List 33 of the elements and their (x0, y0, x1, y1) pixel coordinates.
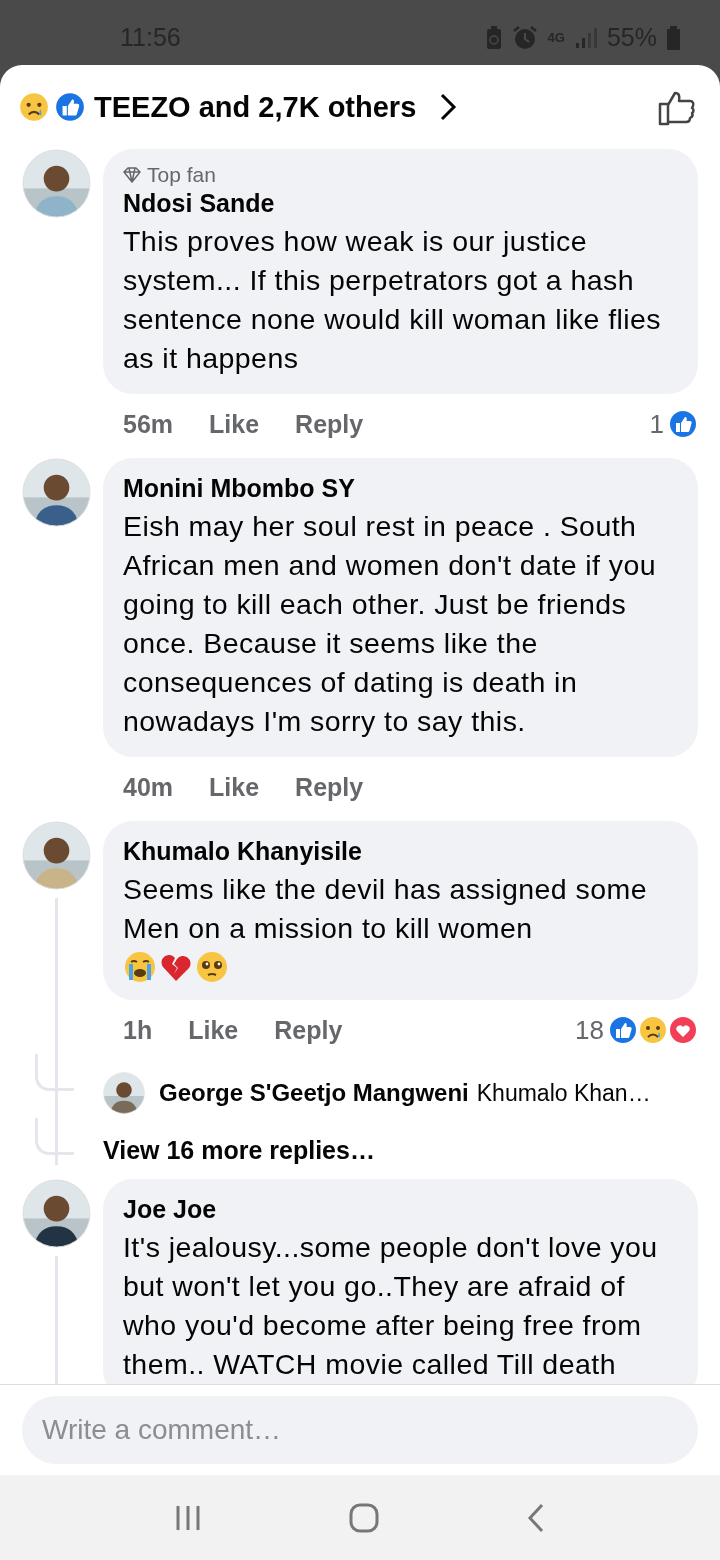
top-fan-label: Top fan (147, 163, 216, 187)
reactions-summary[interactable]: TEEZO and 2,7K others (94, 90, 417, 124)
reply-preview: Khumalo Khan… (476, 1079, 651, 1107)
signal-icon (574, 26, 597, 49)
comment-author[interactable]: Khumalo Khanyisile (123, 837, 678, 866)
like-link[interactable]: Like (209, 409, 260, 439)
comment-time: 40m (123, 772, 174, 802)
comment-author[interactable]: Ndosi Sande (123, 189, 678, 218)
comment-time: 56m (123, 409, 174, 439)
comment-text: Eish may her soul rest in peace . South African men and women don't date if you going to kill each other. Just be friends once. Because it seems like the consequences of dating is death in nowadays I'm sorry to say this. (123, 509, 658, 739)
comment-text: It's jealousy...some people don't love you but won't let you go..They are afraid of who you'd become after being free from them.. WATCH movie called Till death (123, 1230, 659, 1382)
comment-author[interactable]: Monini Mbombo SY (123, 474, 678, 503)
view-more-replies-link[interactable]: View 16 more replies… (103, 1136, 375, 1164)
alarm-icon (511, 24, 538, 51)
reply-link[interactable]: Reply (274, 1015, 343, 1045)
comment-text: This proves how weak is our justice system... If this perpetrators got a hash sentence none would kill woman like flies as it happens (123, 224, 663, 376)
like-link[interactable]: Like (188, 1015, 239, 1045)
diamond-icon (123, 167, 141, 183)
comment-time: 1h (123, 1015, 153, 1045)
reaction-count[interactable]: 1 (649, 408, 664, 440)
reaction-count[interactable]: 18 (575, 1014, 604, 1046)
thread-connector (35, 1054, 74, 1091)
battery-saver-icon (485, 25, 502, 50)
comment-text: Seems like the devil has assigned some Men on a mission to kill women (123, 872, 649, 946)
reply-link[interactable]: Reply (295, 409, 364, 439)
reply-author[interactable]: George S'Geetjo Mangweni (159, 1079, 469, 1107)
battery-icon (667, 25, 680, 50)
home-icon[interactable] (349, 1502, 379, 1533)
reply-link[interactable]: Reply (295, 772, 364, 802)
thread-connector (35, 1118, 74, 1155)
comment-input[interactable]: Write a comment… (22, 1396, 698, 1464)
like-link[interactable]: Like (209, 772, 260, 802)
comment-author[interactable]: Joe Joe (123, 1195, 678, 1224)
